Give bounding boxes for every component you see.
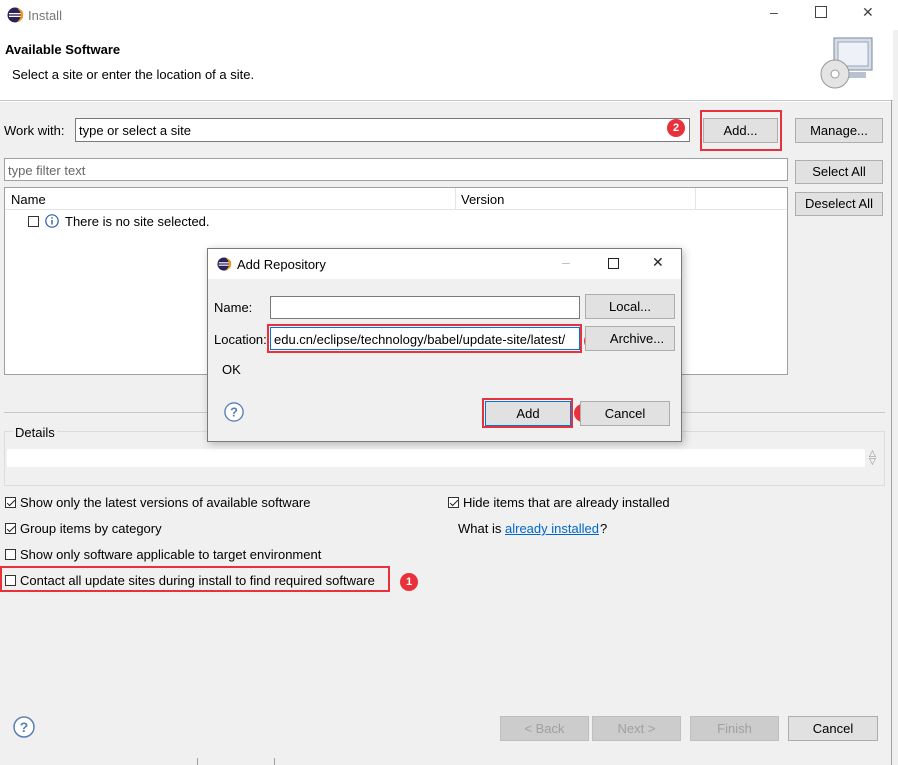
- finish-button: Finish: [690, 716, 779, 741]
- maximize-icon[interactable]: [815, 6, 827, 18]
- dialog-close-icon[interactable]: ✕: [652, 254, 664, 271]
- what-is-prefix: What is: [458, 521, 502, 536]
- eclipse-icon: [217, 257, 231, 271]
- dialog-status: OK: [222, 362, 241, 377]
- window-edge: [891, 100, 892, 765]
- row-checkbox[interactable]: [28, 216, 39, 227]
- name-input[interactable]: [270, 296, 580, 319]
- info-icon: [45, 214, 59, 228]
- annotation-box-contact: [0, 566, 390, 592]
- annotation-badge-1: 1: [400, 573, 418, 591]
- column-version[interactable]: Version: [461, 192, 504, 207]
- dialog-title: Add Repository: [237, 257, 326, 272]
- hide-installed-label: Hide items that are already installed: [463, 495, 670, 510]
- page-title: Available Software: [5, 42, 121, 57]
- annotation-badge-2: 2: [667, 119, 685, 137]
- next-button: Next >: [592, 716, 681, 741]
- install-monitor-icon: [820, 37, 873, 89]
- what-is-suffix: ?: [600, 521, 608, 536]
- target-env-label: Show only software applicable to target …: [20, 547, 322, 562]
- location-label: Location:: [214, 332, 267, 347]
- group-by-category-checkbox[interactable]: [5, 523, 16, 534]
- hide-installed-checkbox[interactable]: [448, 497, 459, 508]
- minimize-icon[interactable]: –: [770, 4, 778, 20]
- bottom-edge: [197, 758, 275, 765]
- annotation-box-dialog-add: [482, 398, 573, 428]
- group-by-category-label: Group items by category: [20, 521, 162, 536]
- manage-button[interactable]: Manage...: [795, 118, 883, 143]
- details-text[interactable]: [7, 449, 865, 467]
- already-installed-link[interactable]: already installed: [505, 521, 599, 536]
- work-with-label: Work with:: [4, 123, 65, 138]
- back-button: < Back: [500, 716, 589, 741]
- archive-button[interactable]: Archive...: [585, 326, 675, 351]
- help-icon[interactable]: ?: [13, 716, 35, 738]
- name-label: Name:: [214, 300, 253, 315]
- deselect-all-button[interactable]: Deselect All: [795, 192, 883, 216]
- work-with-value: type or select a site: [79, 123, 191, 138]
- column-name[interactable]: Name: [11, 192, 46, 207]
- svg-text:?: ?: [20, 719, 29, 735]
- details-label: Details: [13, 425, 57, 440]
- dialog-minimize-icon: –: [562, 254, 570, 270]
- svg-text:?: ?: [230, 405, 238, 420]
- empty-message: There is no site selected.: [65, 214, 210, 229]
- dialog-title-bar: Add Repository – ✕: [208, 249, 681, 279]
- divider: [0, 101, 893, 102]
- cancel-button[interactable]: Cancel: [788, 716, 878, 741]
- select-all-button[interactable]: Select All: [795, 160, 883, 184]
- filter-placeholder: type filter text: [8, 163, 86, 178]
- work-with-combo[interactable]: type or select a site: [75, 118, 690, 142]
- column-divider: [455, 188, 456, 209]
- latest-versions-label: Show only the latest versions of availab…: [20, 495, 311, 510]
- filter-input[interactable]: type filter text: [4, 158, 788, 181]
- column-divider: [695, 188, 696, 209]
- target-env-checkbox[interactable]: [5, 549, 16, 560]
- table-header: Name Version: [5, 188, 787, 210]
- dialog-maximize-icon[interactable]: [608, 258, 619, 269]
- page-subtitle: Select a site or enter the location of a…: [12, 67, 255, 82]
- window-title: Install: [28, 8, 62, 23]
- add-repository-dialog: Add Repository – ✕ Name: Local... Locati…: [207, 248, 682, 442]
- eclipse-icon: [7, 7, 23, 23]
- title-bar: Install – ✕: [0, 0, 898, 30]
- dialog-help-icon[interactable]: ?: [224, 402, 244, 422]
- annotation-box-location: [267, 324, 582, 353]
- header-banner: Available Software Select a site or ente…: [0, 30, 893, 101]
- local-button[interactable]: Local...: [585, 294, 675, 319]
- close-icon[interactable]: ✕: [862, 4, 874, 21]
- annotation-box-add: [700, 110, 782, 151]
- latest-versions-checkbox[interactable]: [5, 497, 16, 508]
- scroll-arrows-icon[interactable]: △ ▽: [869, 449, 876, 466]
- dialog-cancel-button[interactable]: Cancel: [580, 401, 670, 426]
